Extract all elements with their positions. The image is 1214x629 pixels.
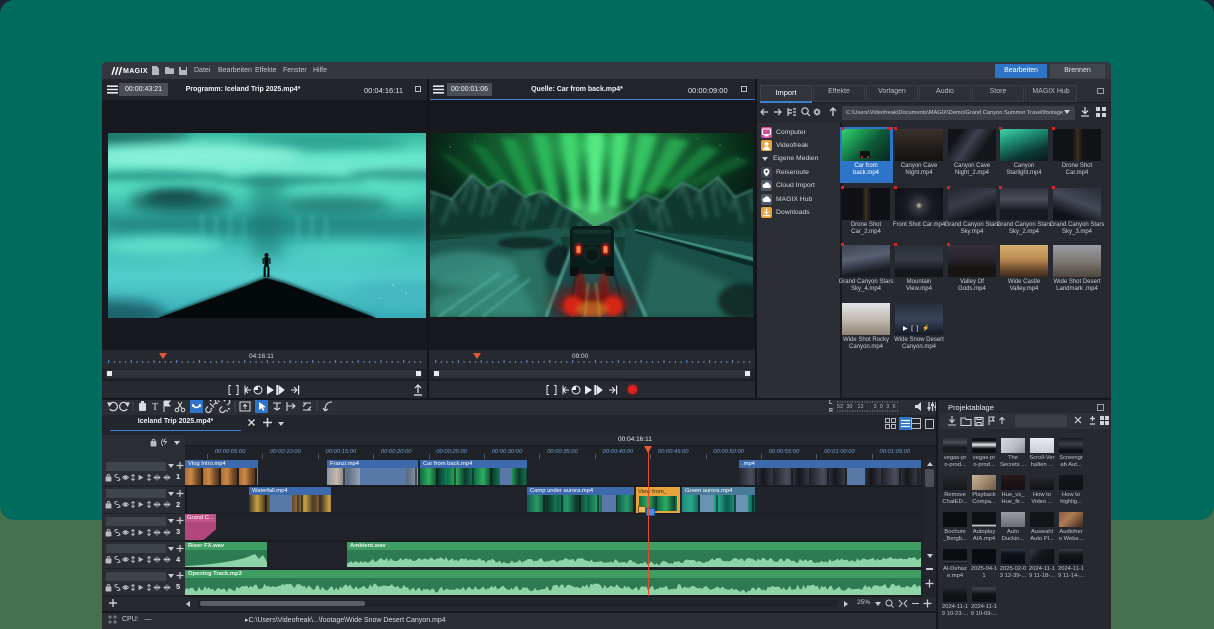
svg-text:T: T [152,402,158,413]
